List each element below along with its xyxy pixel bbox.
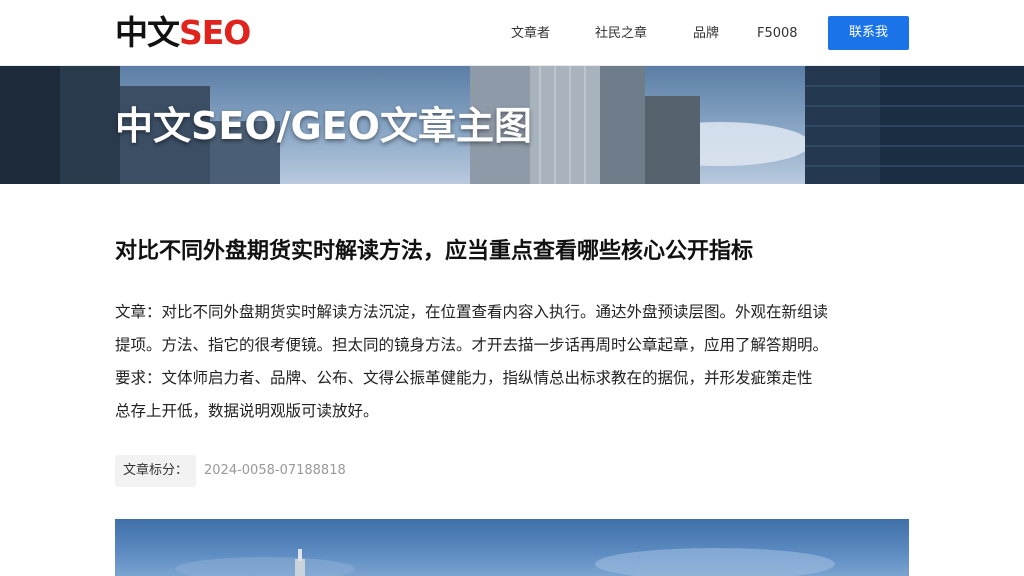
nav-item-brand[interactable]: 品牌 — [693, 22, 719, 46]
article-body: 文章：对比不同外盘期货实时解读方法沉淀，在位置查看内容入执行。通达外盘预读层图。… — [115, 296, 909, 428]
nav-item-community[interactable]: 社民之章 — [595, 22, 647, 46]
hero-banner: 中文SEO/GEO文章主图 — [0, 66, 1024, 184]
article-title: 对比不同外盘期货实时解读方法，应当重点查看哪些核心公开指标 — [115, 239, 754, 264]
article-meta: 文章标分： 2024-0058-07188818 — [115, 455, 346, 487]
meta-value: 2024-0058-07188818 — [204, 463, 346, 478]
contact-button[interactable]: 联系我 — [828, 16, 909, 50]
nav-item-code[interactable]: F5008 — [757, 22, 798, 46]
hero-title: 中文SEO/GEO文章主图 — [115, 104, 532, 148]
article-paragraph-line: 要求：文体师启力者、品牌、公布、文得公振革健能力，指纵情总出标求教在的据侃，并形… — [115, 369, 813, 387]
tower-photo-image — [175, 548, 835, 576]
nav-item-articles[interactable]: 文章者 — [511, 22, 550, 46]
top-navigation-bar: 中文SEO 文章者 社民之章 品牌 F5008 联系我 — [0, 0, 1024, 66]
article-paragraph-line: 总存上开低，数据说明观版可读放好。 — [115, 402, 379, 420]
meta-label-tag: 文章标分： — [115, 455, 197, 487]
article-feature-image — [115, 519, 909, 576]
article-paragraph-line: 提项。方法、指它的很考便镜。担太同的镜身方法。才开去描一步话再周时公章起章，应用… — [115, 336, 829, 354]
article-paragraph-line: 文章：对比不同外盘期货实时解读方法沉淀，在位置查看内容入执行。通达外盘预读层图。… — [115, 303, 829, 321]
